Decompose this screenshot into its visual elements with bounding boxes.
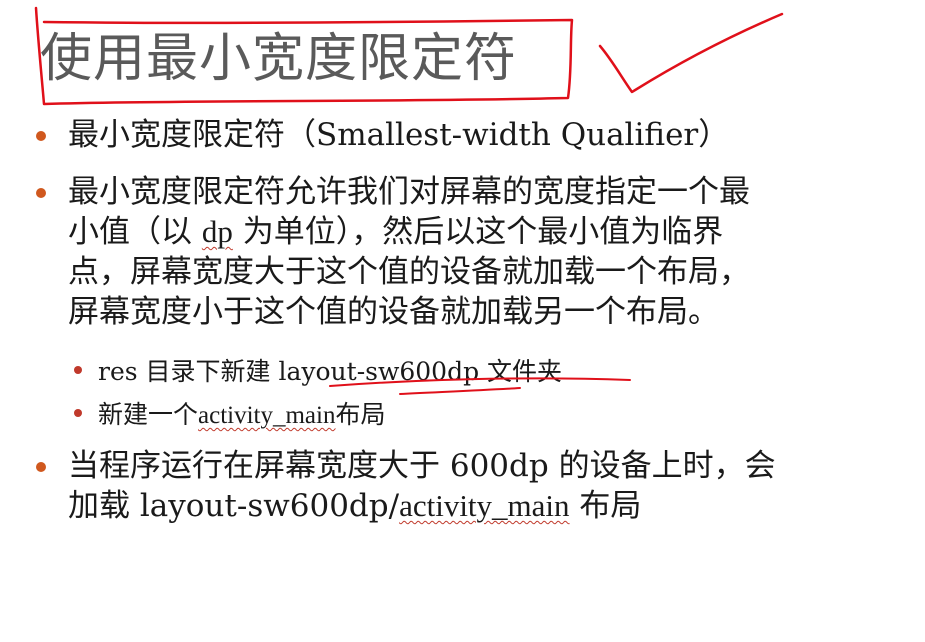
bullet-dot	[36, 188, 46, 198]
sub-bullet-dot	[74, 409, 82, 417]
bullet-description: 最小宽度限定符允许我们对屏幕的宽度指定一个最 小值（以 dp 为单位），然后以这…	[36, 172, 896, 332]
bullet-dot	[36, 131, 46, 141]
bullet-smallest-width: 最小宽度限定符（Smallest-width Qualifier）	[36, 115, 896, 155]
bullet-line-1: 最小宽度限定符允许我们对屏幕的宽度指定一个最	[68, 174, 750, 210]
sub-bullet-dot	[74, 366, 82, 374]
bullet-line-2-prefix: 加载 layout-sw600dp/	[68, 488, 400, 524]
bullet-line-2-suffix: 布局	[569, 488, 642, 524]
slide-title: 使用最小宽度限定符	[40, 29, 518, 89]
bullet-line-2: 小值（以 dp 为单位），然后以这个最小值为临界	[68, 212, 723, 252]
bullet-line-2-a: 小值（以	[68, 214, 192, 250]
sub-bullet-suffix: 布局	[335, 400, 386, 429]
bullet-dot	[36, 462, 46, 472]
activity-main-term: activity_main	[399, 488, 570, 523]
sub-bullet-prefix: 新建一个	[98, 400, 199, 429]
bullet-runtime-behavior: 当程序运行在屏幕宽度大于 600dp 的设备上时，会 加载 layout-sw6…	[36, 446, 896, 526]
bullet-line-2-b: 为单位），然后以这个最小值为临界	[242, 214, 724, 250]
slide: 使用最小宽度限定符 最小宽度限定符（Smallest-width Qualifi…	[0, 0, 925, 642]
activity-main-term: activity_main	[198, 402, 336, 429]
bullet-text: 最小宽度限定符（Smallest-width Qualifier）	[68, 117, 730, 153]
checkmark-annotation	[598, 12, 784, 94]
bullet-line-4: 屏幕宽度小于这个值的设备就加载另一个布局。	[68, 294, 719, 330]
sub-bullet-text: res 目录下新建 layout-sw600dp 文件夹	[98, 357, 563, 386]
bullet-line-3: 点，屏幕宽度大于这个值的设备就加载一个布局，	[68, 254, 750, 290]
sub-bullet-create-layout: 新建一个activity_main布局	[74, 395, 674, 431]
dp-term: dp	[201, 214, 233, 249]
sub-bullet-create-folder: res 目录下新建 layout-sw600dp 文件夹	[74, 352, 674, 388]
bullet-line-2: 加载 layout-sw600dp/activity_main 布局	[68, 486, 641, 526]
sub-bullet-text: 新建一个activity_main布局	[98, 395, 386, 436]
bullet-line-1: 当程序运行在屏幕宽度大于 600dp 的设备上时，会	[68, 448, 776, 484]
